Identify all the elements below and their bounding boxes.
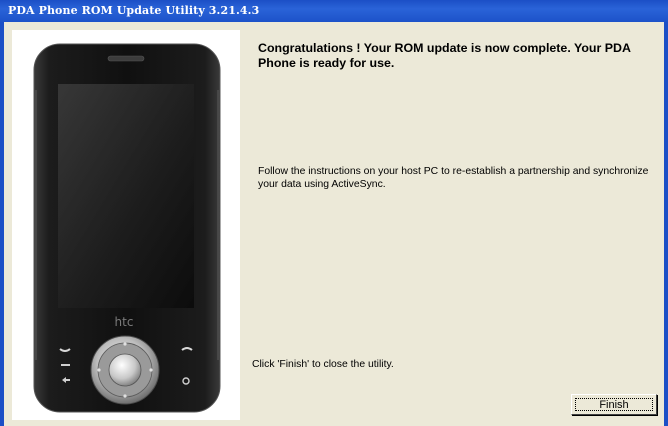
title-bar[interactable]: PDA Phone ROM Update Utility 3.21.4.3 [0,0,668,22]
instructions-text: Follow the instructions on your host PC … [258,166,649,190]
phone-image-panel: htc [12,30,240,420]
installer-window: PDA Phone ROM Update Utility 3.21.4.3 ht… [0,0,668,426]
finish-button[interactable]: Finish [571,394,657,415]
close-hint-text: Click 'Finish' to close the utility. [252,359,394,370]
phone-image: htc [33,43,221,413]
client-area: htc Congratulations ! Your ROM update is… [4,22,664,426]
window-title: PDA Phone ROM Update Utility 3.21.4.3 [8,4,260,17]
finish-button-label: Finish [575,398,653,411]
window-frame-right [664,22,668,426]
phone-brand-logo: htc [115,315,134,329]
completion-headline: Congratulations ! Your ROM update is now… [258,41,631,70]
